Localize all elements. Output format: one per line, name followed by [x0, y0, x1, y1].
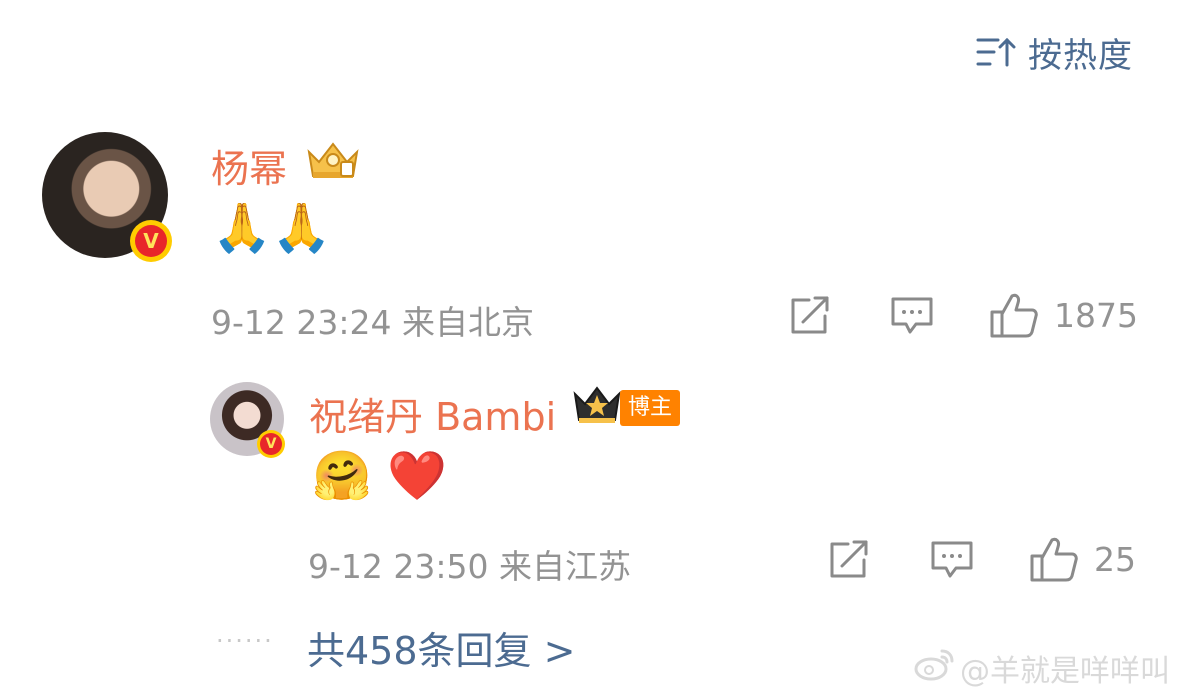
reply-meta: 9-12 23:50 来自江苏: [308, 540, 631, 588]
sort-label: 按热度: [1028, 35, 1133, 76]
like-count: 25: [1094, 540, 1136, 579]
comment-time: 9-12 23:24: [211, 303, 392, 342]
share-icon[interactable]: [828, 540, 870, 580]
view-more-replies-link[interactable]: 共458条回复 >: [307, 620, 575, 675]
reply-content: 🤗 ❤️: [312, 448, 447, 504]
watermark: @羊就是咩咩叫: [914, 646, 1170, 690]
reply-username[interactable]: 祝绪丹 Bambi: [309, 386, 556, 441]
like-icon[interactable]: [1030, 536, 1078, 582]
share-icon[interactable]: [789, 296, 831, 336]
crown-badge-icon: [572, 384, 622, 432]
comment-icon[interactable]: [930, 540, 974, 580]
watermark-text: @羊就是咩咩叫: [960, 654, 1170, 689]
comment-location: 来自北京: [402, 303, 534, 342]
crown-badge-icon: [305, 138, 361, 186]
sort-icon: [976, 35, 1016, 69]
like-count: 1875: [1054, 296, 1138, 335]
weibo-logo-icon: [914, 647, 954, 689]
comment-username[interactable]: 杨幂: [211, 138, 287, 193]
comment-content: 🙏🙏: [212, 200, 332, 256]
role-badge: 博主: [620, 390, 681, 426]
like-icon[interactable]: [990, 292, 1038, 338]
comment-icon[interactable]: [890, 296, 934, 336]
comment-meta: 9-12 23:24 来自北京: [211, 296, 534, 344]
sort-by-hot-button[interactable]: 按热度: [976, 30, 1133, 76]
reply-location: 来自江苏: [499, 547, 631, 586]
dots-divider: ......: [216, 620, 274, 648]
reply-time: 9-12 23:50: [308, 547, 489, 586]
verified-icon: V: [257, 430, 285, 458]
verified-icon: V: [130, 220, 172, 262]
